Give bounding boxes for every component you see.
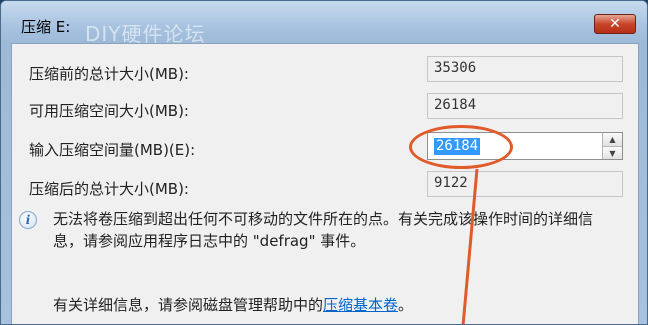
spinner-buttons: ▲ ▼ (602, 133, 622, 159)
available-space-field: 26184 (427, 93, 623, 119)
chevron-up-icon: ▲ (609, 135, 616, 144)
help-prefix: 有关详细信息，请参阅磁盘管理帮助中的 (53, 296, 324, 314)
window-title: 压缩 E: (21, 18, 71, 36)
close-icon: ✕ (609, 16, 621, 32)
spinner-up-button[interactable]: ▲ (602, 133, 622, 146)
total-before-label: 压缩前的总计大小(MB): (29, 65, 189, 83)
total-before-field: 35306 (427, 56, 623, 82)
shrink-amount-label: 输入压缩空间量(MB)(E): (29, 141, 196, 159)
close-button[interactable]: ✕ (594, 14, 636, 34)
help-text: 有关详细信息，请参阅磁盘管理帮助中的压缩基本卷。 (53, 294, 413, 315)
available-space-label: 可用压缩空间大小(MB): (29, 102, 189, 120)
info-message: 无法将卷压缩到超出任何不可移动的文件所在的点。有关完成该操作时间的详细信息，请参… (53, 210, 594, 250)
help-suffix: 。 (398, 296, 414, 314)
help-link-shrink-basic-volume[interactable]: 压缩基本卷 (323, 296, 398, 314)
shrink-dialog: 压缩 E: DIY硬件论坛 ✕ 压缩前的总计大小(MB): 35306 可用压缩… (0, 0, 648, 325)
annotation-circle (409, 125, 513, 169)
spinner-down-button[interactable]: ▼ (602, 146, 622, 159)
info-icon: i (19, 211, 37, 229)
total-after-field: 9122 (427, 171, 623, 197)
title-bar[interactable]: 压缩 E: DIY硬件论坛 ✕ (1, 1, 647, 46)
total-after-label: 压缩后的总计大小(MB): (29, 180, 189, 198)
chevron-down-icon: ▼ (609, 149, 616, 158)
